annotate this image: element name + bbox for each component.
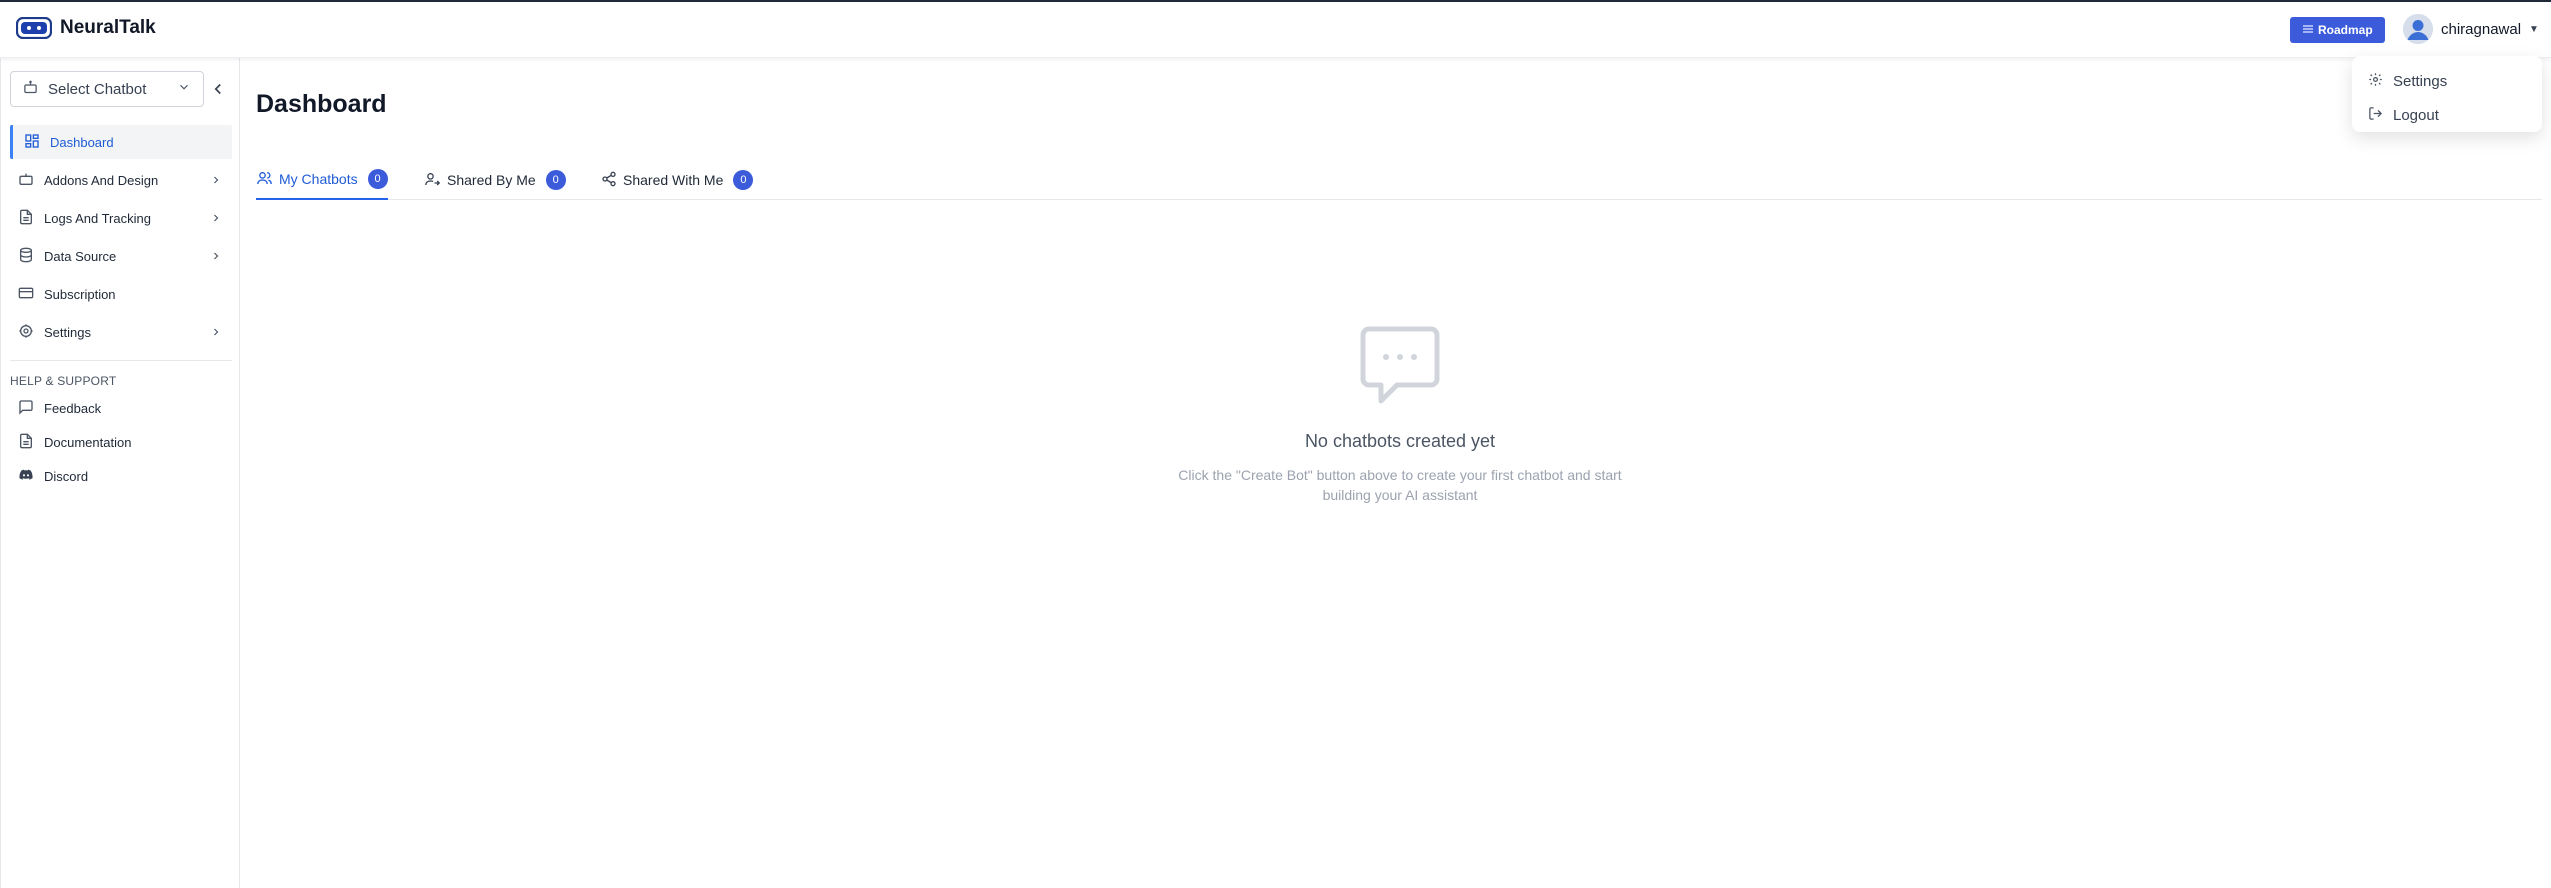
chevron-right-icon — [210, 174, 222, 189]
chevron-right-icon — [210, 250, 222, 265]
user-share-icon — [424, 171, 441, 190]
roadmap-label: Roadmap — [2318, 23, 2373, 37]
empty-state-title: No chatbots created yet — [1304, 431, 1496, 451]
logout-icon — [2368, 106, 2383, 125]
sidebar-item-label: Feedback — [44, 400, 102, 416]
help-nav: Feedback Documentation Discord — [10, 391, 232, 493]
sidebar-item-dashboard[interactable]: Dashboard — [10, 125, 232, 159]
sidebar-item-label: Documentation — [44, 434, 132, 450]
bot-icon — [23, 80, 38, 99]
caret-down-icon: ▼ — [2529, 23, 2539, 35]
gear-icon — [18, 323, 34, 342]
document-icon — [18, 209, 34, 228]
chevron-right-icon — [210, 326, 222, 341]
tab-label: Shared By Me — [447, 172, 536, 188]
sidebar-item-label: Addons And Design — [44, 172, 159, 188]
empty-state-description: Click the "Create Bot" button above to c… — [1178, 467, 1622, 503]
chevron-right-icon — [210, 212, 222, 227]
sidebar-item-label: Logs And Tracking — [44, 210, 151, 226]
top-header: NeuralTalk Roadmap chiragnawal ▼ — [0, 2, 2551, 58]
message-icon — [18, 399, 34, 418]
chat-bubble-icon — [1359, 325, 1441, 405]
user-dropdown-menu: Settings Logout — [2352, 56, 2542, 132]
discord-icon — [18, 467, 34, 486]
menu-item-label: Logout — [2393, 106, 2439, 124]
username: chiragnawal — [2441, 20, 2522, 38]
sidebar-item-label: Dashboard — [50, 134, 114, 150]
sidebar-divider — [10, 360, 232, 361]
grid-icon — [24, 133, 40, 152]
sidebar-nav: Dashboard Addons And Design Logs And Tra… — [10, 125, 232, 353]
sidebar: Select Chatbot Dashboard Addons And Desi… — [0, 58, 240, 888]
chatbot-select[interactable]: Select Chatbot — [10, 71, 204, 107]
empty-state: No chatbots created yet Click the "Creat… — [1100, 325, 1700, 505]
menu-item-settings[interactable]: Settings — [2352, 64, 2542, 98]
share-icon — [601, 171, 617, 190]
sidebar-item-discord[interactable]: Discord — [10, 459, 232, 493]
tab-shared-with-me[interactable]: Shared With Me 0 — [601, 162, 754, 200]
bot-icon — [18, 171, 34, 190]
sidebar-item-label: Discord — [44, 468, 89, 484]
menu-item-logout[interactable]: Logout — [2352, 98, 2542, 132]
tab-label: Shared With Me — [623, 172, 724, 188]
tab-my-chatbots[interactable]: My Chatbots 0 — [256, 162, 388, 200]
gear-icon — [2368, 72, 2383, 91]
help-section-title: HELP & SUPPORT — [10, 374, 117, 388]
sidebar-item-addons-and-design[interactable]: Addons And Design — [10, 163, 232, 197]
chatbot-tabs: My Chatbots 0 Shared By Me 0 Shared With… — [256, 162, 2542, 200]
sidebar-item-data-source[interactable]: Data Source — [10, 239, 232, 273]
users-icon — [256, 170, 273, 189]
chevron-left-icon — [209, 83, 227, 102]
document-icon — [18, 433, 34, 452]
database-icon — [18, 247, 34, 266]
sidebar-item-label: Subscription — [44, 286, 116, 302]
sidebar-item-logs-and-tracking[interactable]: Logs And Tracking — [10, 201, 232, 235]
chevron-down-icon — [177, 80, 191, 98]
sidebar-item-feedback[interactable]: Feedback — [10, 391, 232, 425]
brand-name: NeuralTalk — [60, 17, 156, 38]
page-title: Dashboard — [256, 90, 387, 118]
brand-logo[interactable]: NeuralTalk — [15, 16, 156, 40]
tab-shared-by-me[interactable]: Shared By Me 0 — [424, 162, 566, 200]
collapse-sidebar-button[interactable] — [209, 80, 227, 98]
user-menu-toggle[interactable]: chiragnawal ▼ — [2403, 14, 2539, 44]
count-badge: 0 — [367, 169, 388, 189]
sidebar-item-label: Settings — [44, 324, 91, 340]
roadmap-icon — [2302, 23, 2314, 37]
tab-label: My Chatbots — [279, 171, 358, 187]
roadmap-button[interactable]: Roadmap — [2290, 17, 2385, 43]
count-badge: 0 — [733, 170, 754, 190]
sidebar-item-subscription[interactable]: Subscription — [10, 277, 232, 311]
avatar — [2403, 14, 2433, 44]
card-icon — [18, 285, 34, 304]
chatbot-select-label: Select Chatbot — [48, 80, 147, 98]
sidebar-item-documentation[interactable]: Documentation — [10, 425, 232, 459]
sidebar-item-label: Data Source — [44, 248, 117, 264]
menu-item-label: Settings — [2393, 72, 2448, 90]
robot-logo-icon — [15, 16, 53, 40]
count-badge: 0 — [545, 170, 566, 190]
sidebar-item-settings[interactable]: Settings — [10, 315, 232, 349]
